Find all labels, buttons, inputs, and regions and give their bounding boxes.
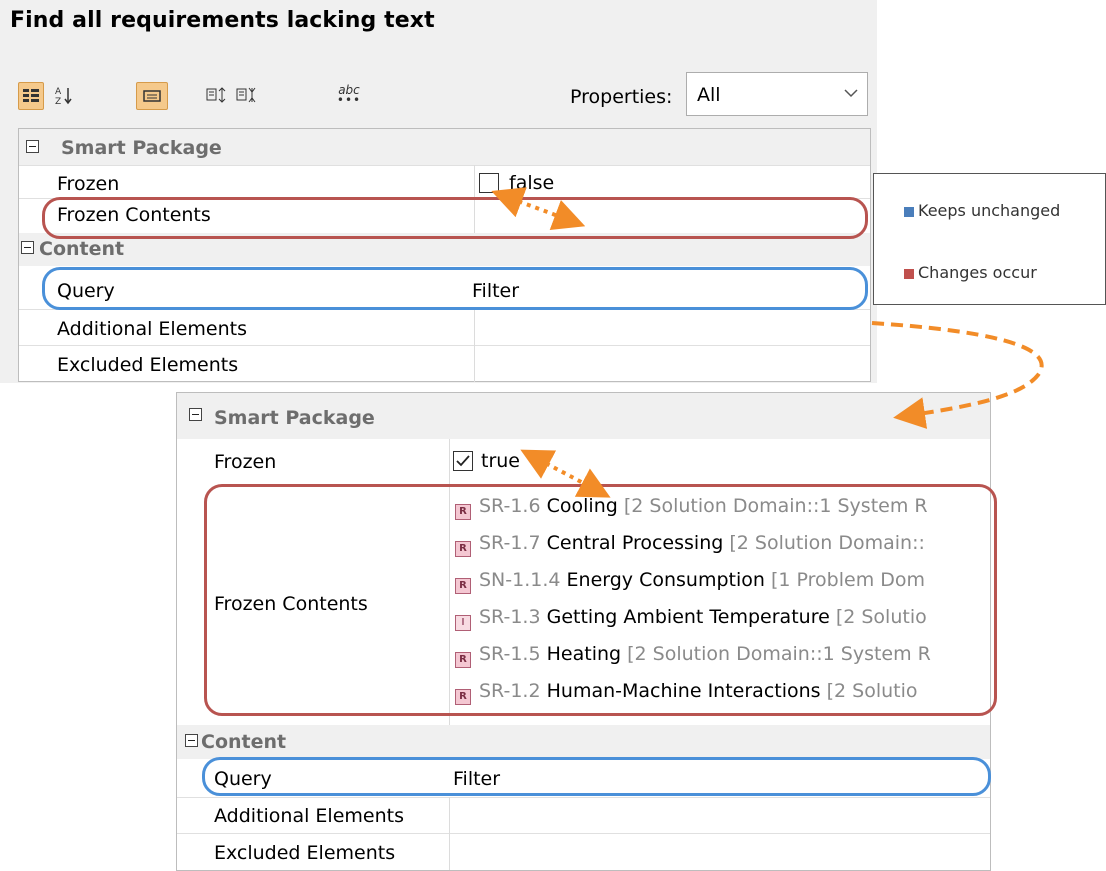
bottom-double-arrow	[520, 449, 611, 498]
connector-arrow	[871, 321, 1044, 429]
top-double-arrow	[491, 187, 586, 230]
annotation-arrows	[491, 187, 1044, 498]
